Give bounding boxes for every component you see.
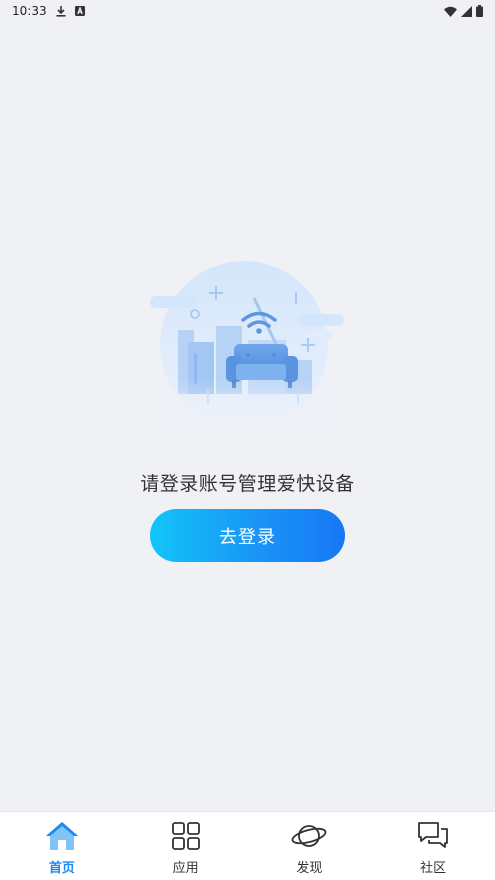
bottom-nav: 首页 应用 发现 社区 [0,811,495,880]
nav-label-apps: 应用 [172,861,199,876]
smart-home-illustration [148,258,348,436]
nav-label-home: 首页 [48,861,75,876]
nav-item-discover[interactable]: 发现 [248,812,372,880]
nav-item-home[interactable]: 首页 [0,812,124,880]
battery-icon [476,5,483,17]
chat-bubbles-icon [415,820,451,852]
go-login-button[interactable]: 去登录 [150,509,345,562]
planet-icon [291,820,327,852]
a-badge-icon [74,6,85,16]
login-prompt-text: 请登录账号管理爱快设备 [140,473,355,495]
cell-signal-icon [461,5,472,17]
nav-item-apps[interactable]: 应用 [124,812,248,880]
status-bar: 10:33 [0,0,495,22]
status-time: 10:33 [12,4,47,18]
apps-grid-icon [168,820,204,852]
status-left: 10:33 [12,4,85,18]
nav-item-community[interactable]: 社区 [371,812,495,880]
wifi-icon [444,6,457,17]
status-right [444,5,483,17]
nav-label-community: 社区 [420,861,447,876]
download-icon [56,5,66,17]
home-icon [44,820,80,852]
nav-label-discover: 发现 [296,861,323,876]
